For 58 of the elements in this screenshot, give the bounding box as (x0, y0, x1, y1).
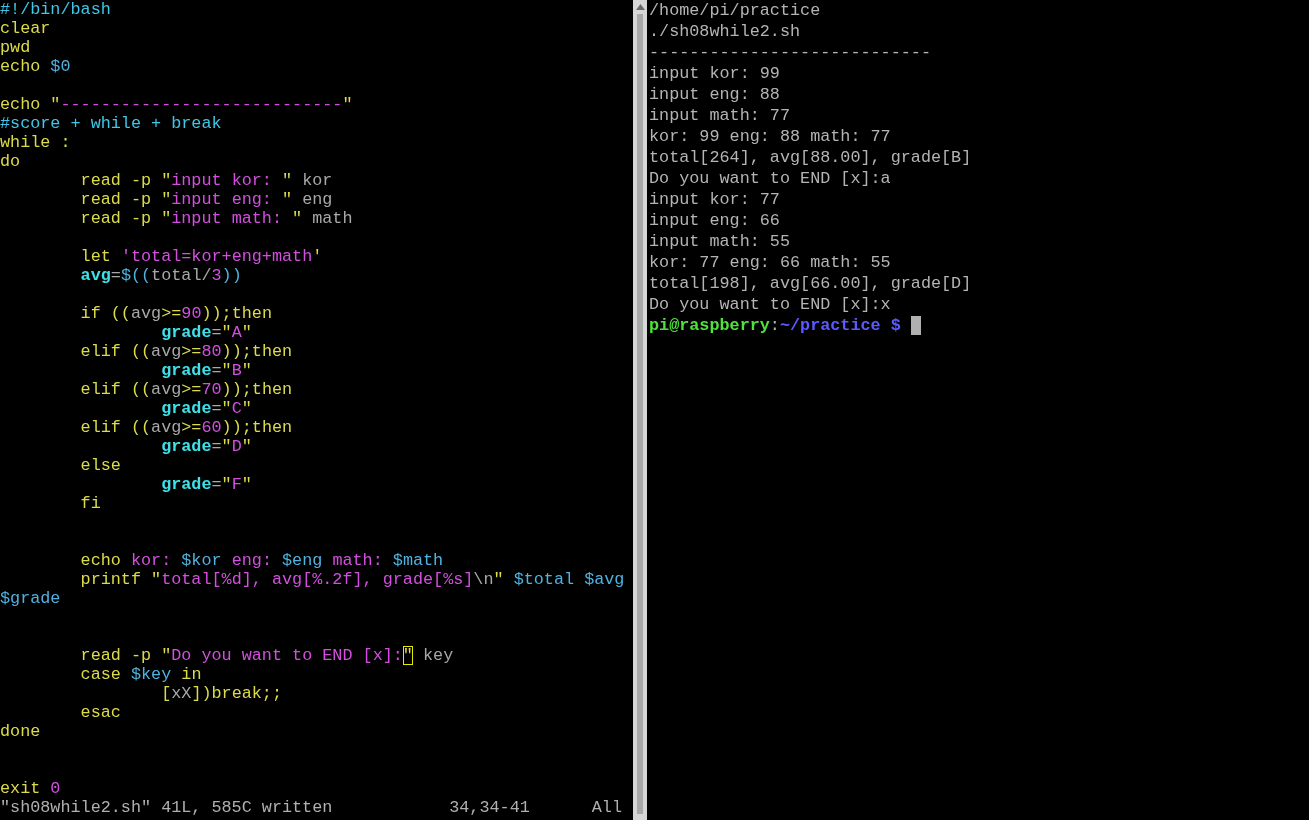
code-line: echo "----------------------------" (0, 95, 354, 114)
code-line: done (0, 722, 42, 741)
code-line: case $key in (79, 665, 203, 684)
code-line: let 'total=kor+eng+math' (79, 247, 324, 266)
code-line: fi (79, 494, 102, 513)
terminal-output-line: kor: 77 eng: 66 math: 55 (649, 252, 892, 273)
code-line: read -p "input math: " math (79, 209, 354, 228)
status-message: "sh08while2.sh" 41L, 585C written (0, 798, 333, 817)
scrollbar[interactable] (633, 0, 647, 820)
code-line: echo kor: $kor eng: $eng math: $math (79, 551, 445, 570)
code-line: exit 0 (0, 779, 62, 798)
code-line: grade="C" (160, 399, 253, 418)
code-line: #!/bin/bash (0, 0, 112, 19)
terminal-output-line: Do you want to END [x]:x (649, 294, 892, 315)
terminal-cursor (910, 316, 921, 335)
prompt-separator: : (769, 315, 780, 336)
terminal-output-line: input eng: 66 (649, 210, 781, 231)
scrollbar-thumb[interactable] (637, 14, 643, 814)
code-line: pwd (0, 38, 32, 57)
code-line: else (79, 456, 122, 475)
code-line: esac (79, 703, 122, 722)
terminal-output-line: input eng: 88 (649, 84, 781, 105)
code-line: avg=$((total/3)) (79, 266, 243, 285)
code-line: grade="F" (160, 475, 253, 494)
terminal-output-line: ---------------------------- (649, 42, 932, 63)
code-line: [xX])break;; (160, 684, 283, 703)
code-line: printf "total[%d], avg[%.2f], grade[%s]\n" $total $avg (79, 570, 626, 589)
code-line: grade="D" (160, 437, 253, 456)
code-line: $grade (0, 589, 62, 608)
prompt-user-host: pi@raspberry (649, 315, 770, 336)
scroll-position: All (591, 798, 622, 817)
prompt-path: ~/practice $ (779, 315, 901, 336)
terminal-output-line: input math: 77 (649, 105, 791, 126)
cursor-position: 34,34-41 (449, 798, 530, 817)
code-line: read -p "Do you want to END [x]:" key (79, 646, 455, 665)
scroll-up-arrow-icon[interactable] (635, 4, 645, 10)
code-line: do (0, 152, 22, 171)
terminal-output-line: total[198], avg[66.00], grade[D] (649, 273, 973, 294)
terminal-output-line: total[264], avg[88.00], grade[B] (649, 147, 973, 168)
code-line: while : (0, 133, 72, 152)
code-line: grade="A" (160, 323, 253, 342)
terminal-output-line: input kor: 99 (649, 63, 781, 84)
terminal-output-line: Do you want to END [x]:a (649, 168, 892, 189)
code-line: elif ((avg>=70));then (79, 380, 294, 399)
code-line: elif ((avg>=80));then (79, 342, 294, 361)
terminal-output-line: input kor: 77 (649, 189, 781, 210)
code-line: #score + while + break (0, 114, 223, 133)
code-line: elif ((avg>=60));then (79, 418, 294, 437)
code-line: if ((avg>=90));then (79, 304, 273, 323)
code-line: grade="B" (160, 361, 253, 380)
code-line: read -p "input eng: " eng (79, 190, 334, 209)
code-line: read -p "input kor: " kor (79, 171, 334, 190)
code-line: echo $0 (0, 57, 72, 76)
terminal-output-line: input math: 55 (649, 231, 791, 252)
terminal-output-line: /home/pi/practice (649, 0, 822, 21)
terminal-output-line: ./sh08while2.sh (649, 21, 802, 42)
code-line: clear (0, 19, 52, 38)
terminal-output-line: kor: 99 eng: 88 math: 77 (649, 126, 892, 147)
